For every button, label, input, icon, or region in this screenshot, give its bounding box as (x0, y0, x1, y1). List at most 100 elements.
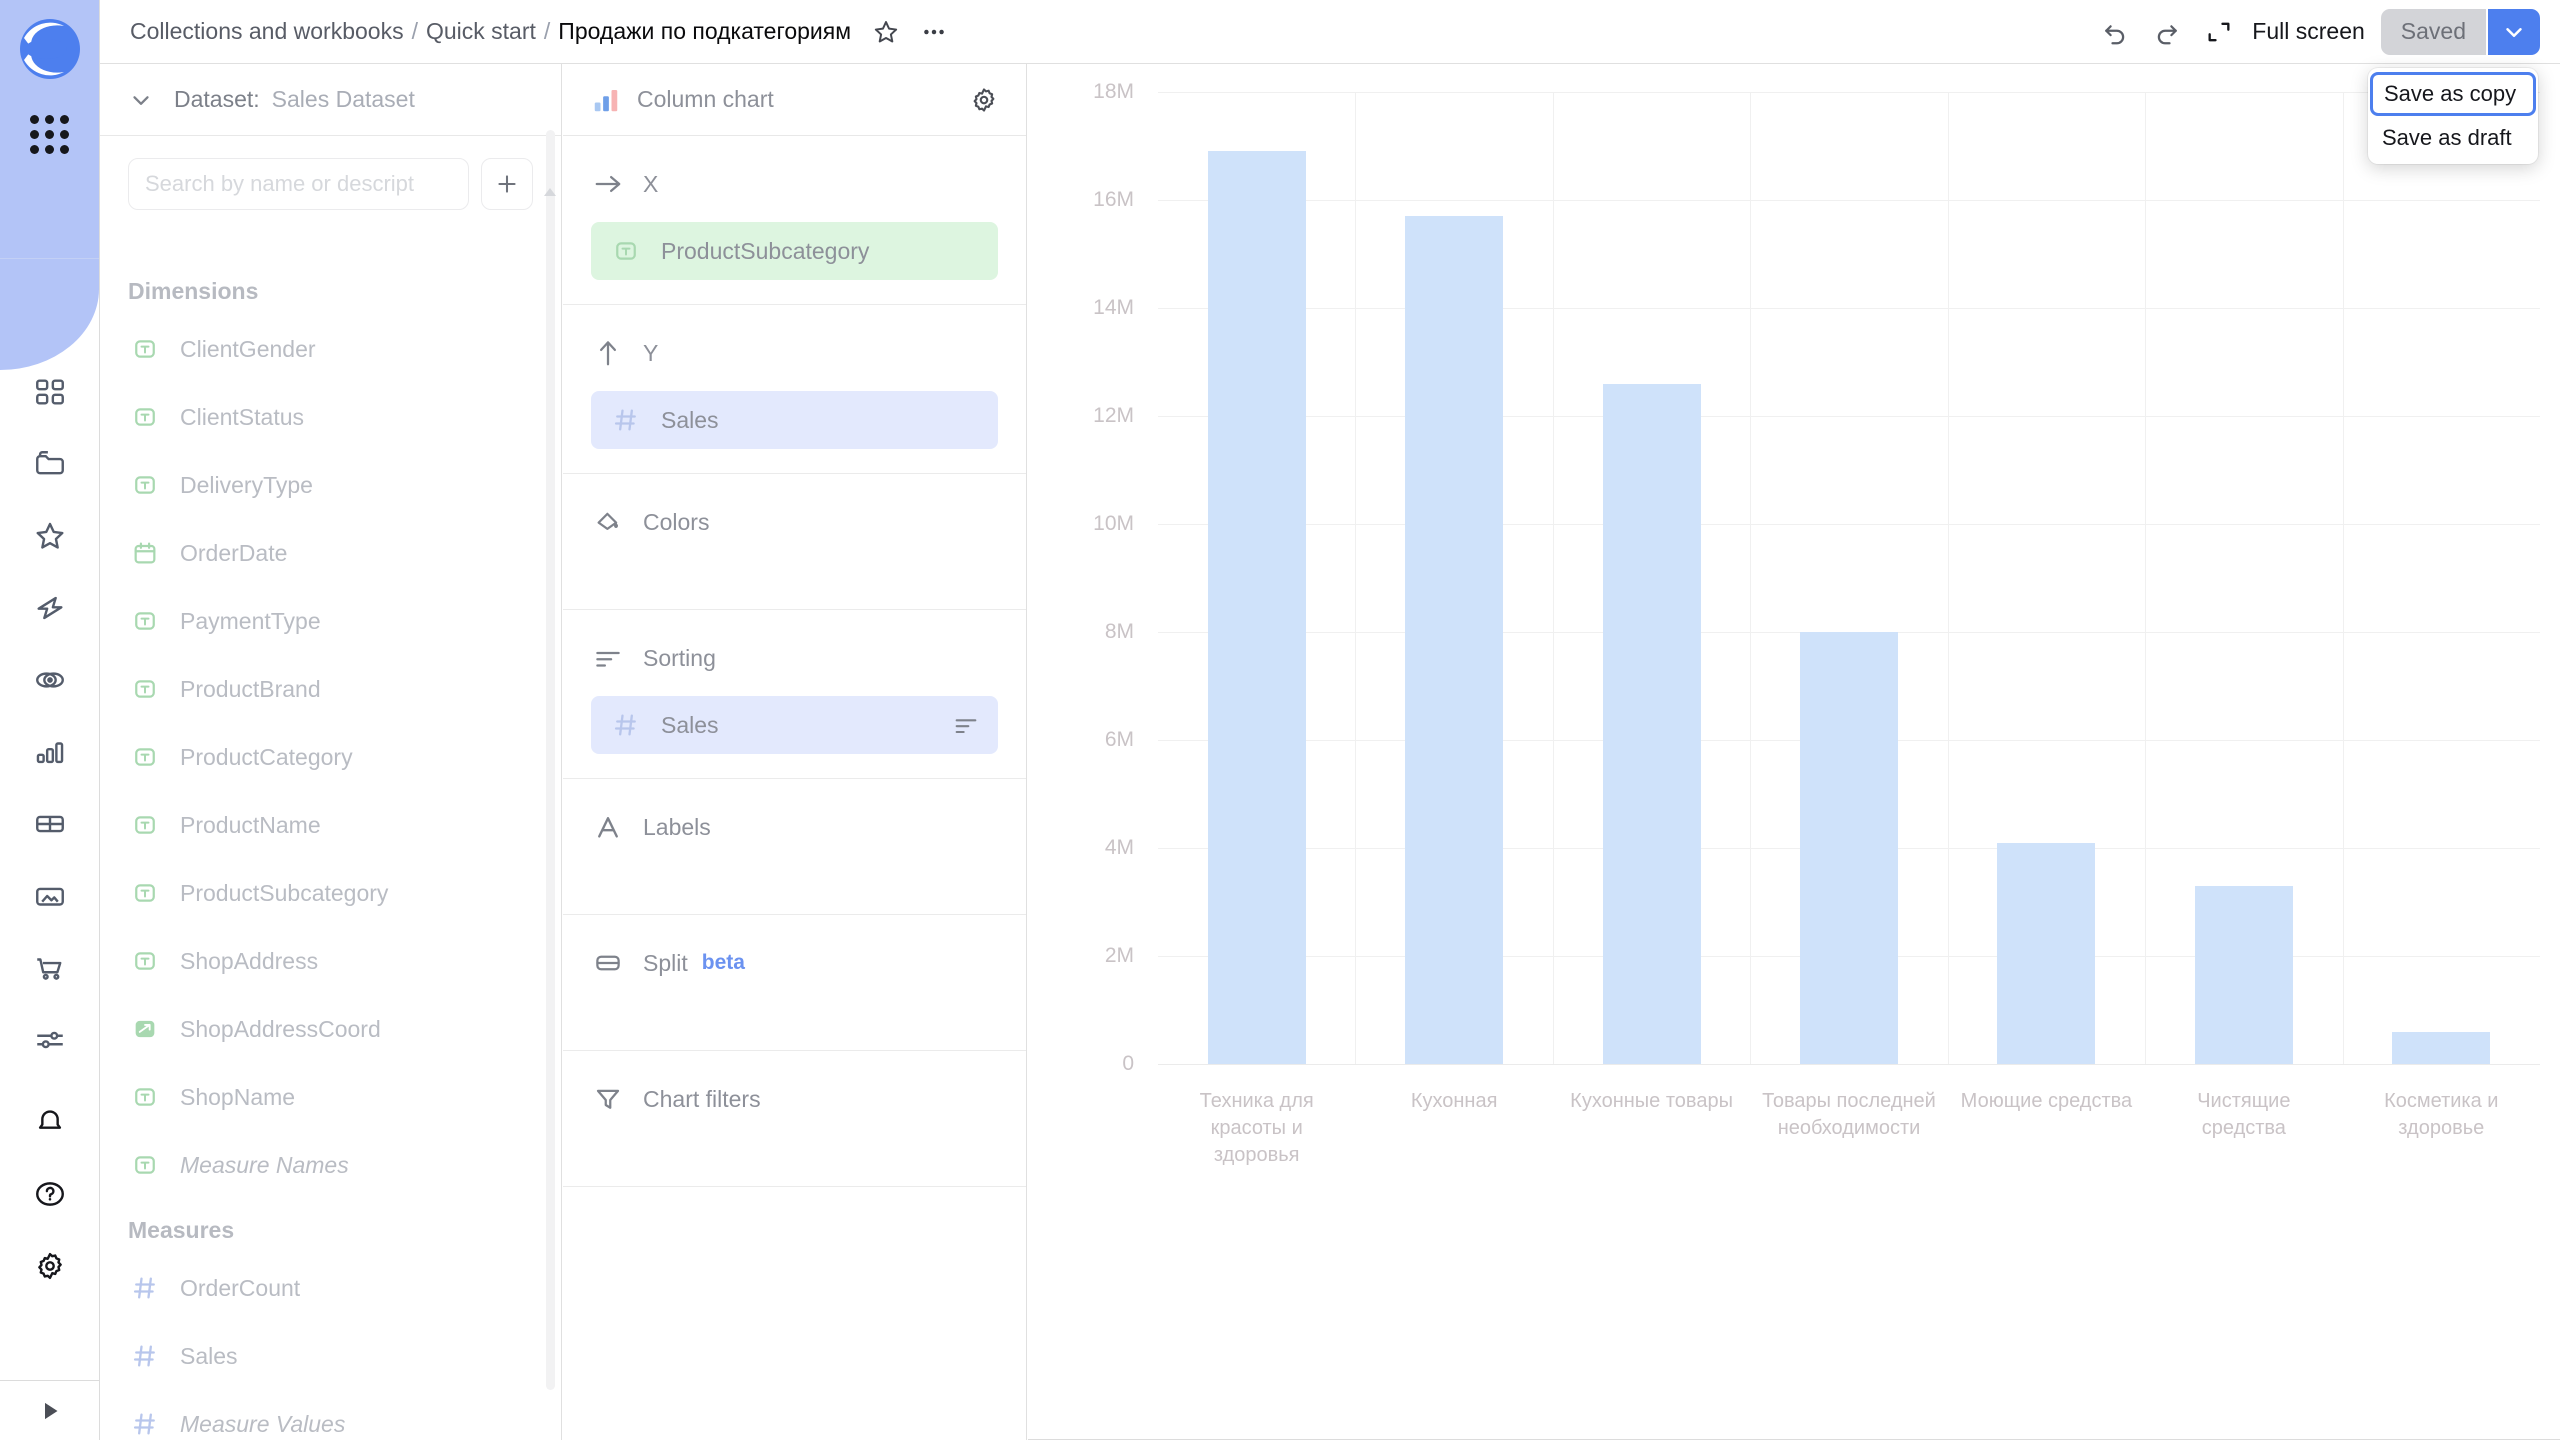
rail-item-gallery[interactable] (28, 874, 72, 918)
dataset-scrollbar[interactable] (546, 130, 555, 1390)
x-axis-tick-label: Кухонные товары (1570, 1090, 1733, 1112)
chart-preview-area: 18M 16M 14M 12M 10M 8M 6M 4M 2M 0 Техника для крас… (1028, 64, 2560, 1440)
section-title-row: X (591, 164, 998, 204)
fullscreen-label[interactable]: Full screen (2252, 18, 2364, 45)
add-field-button[interactable] (481, 158, 533, 210)
rail-item-notifications[interactable] (28, 1100, 72, 1144)
field-row[interactable]: OrderCount (100, 1254, 561, 1322)
text-field-icon (128, 1080, 162, 1114)
funnel-filter-icon (596, 1089, 620, 1109)
text-a-icon (591, 810, 625, 844)
field-row[interactable]: ShopAddress (100, 927, 561, 995)
field-row[interactable]: OrderDate (100, 519, 561, 587)
chart-category-divider (2342, 92, 2344, 1064)
dataset-search-row (100, 136, 561, 210)
field-row[interactable]: Sales (100, 1322, 561, 1390)
field-row[interactable]: Measure Names (100, 1131, 561, 1199)
field-chip[interactable]: Sales (591, 696, 998, 754)
field-group-title: Dimensions (128, 278, 259, 304)
text-field-icon (609, 234, 643, 268)
logo[interactable] (0, 18, 99, 80)
rail-item-help[interactable] (28, 1172, 72, 1216)
chart-bar[interactable] (1207, 151, 1306, 1064)
rail-item-favorites[interactable] (28, 514, 72, 558)
rail-primary-items (0, 370, 99, 1062)
redo-button[interactable] (2144, 9, 2190, 55)
text-field-icon (135, 884, 155, 902)
field-chip[interactable]: ProductSubcategory (591, 222, 998, 280)
chart-settings-button[interactable] (964, 80, 1004, 120)
section-title-row: Split beta (591, 943, 998, 983)
chart-bar[interactable] (1405, 216, 1504, 1064)
breadcrumb-root[interactable]: Collections and workbooks (130, 18, 404, 45)
star-outline-icon (874, 20, 898, 42)
y-axis-tick-label: 16M (1093, 188, 1134, 211)
chart-bar[interactable] (2392, 1031, 2491, 1064)
field-row[interactable]: ProductCategory (100, 723, 561, 791)
field-label: Measure Values (180, 1410, 346, 1437)
chart-bar[interactable] (2194, 885, 2293, 1064)
rail-item-parameters[interactable] (28, 1018, 72, 1062)
rail-item-marketplace[interactable] (28, 946, 72, 990)
field-row[interactable]: ClientGender (100, 315, 561, 383)
number-field-icon (614, 714, 636, 736)
number-field-icon (133, 1345, 155, 1367)
field-row[interactable]: ShopName (100, 1063, 561, 1131)
sort-direction-icon[interactable] (952, 711, 980, 739)
split-rows-icon (596, 955, 620, 971)
chart-bar[interactable] (1800, 632, 1898, 1064)
chart-gridline (1158, 524, 2540, 525)
undo-button[interactable] (2092, 9, 2138, 55)
field-row[interactable]: ProductBrand (100, 655, 561, 723)
table-grid-icon (35, 815, 64, 833)
app-root: Collections and workbooks / Quick start … (0, 0, 2560, 1440)
chart-type-label[interactable]: Column chart (637, 86, 774, 113)
fullscreen-button[interactable] (2196, 9, 2242, 55)
field-label: ShopAddress (180, 947, 319, 974)
rail-item-settings[interactable] (28, 1244, 72, 1288)
rail-header-curve (0, 240, 99, 370)
dataset-name[interactable]: Sales Dataset (272, 86, 415, 113)
menu-item-save-as-draft[interactable]: Save as draft (2368, 116, 2538, 160)
field-row[interactable]: ProductName (100, 791, 561, 859)
date-field-icon (128, 536, 162, 570)
rail-item-tables[interactable] (28, 802, 72, 846)
scroll-up-arrow-icon[interactable] (544, 188, 556, 196)
field-row[interactable]: DeliveryType (100, 451, 561, 519)
field-row[interactable]: PaymentType (100, 587, 561, 655)
chart-sections-panel: Column chart X ProductSubcategory Y Sales Co… (563, 64, 1027, 1440)
rail-item-dashboards[interactable] (28, 370, 72, 414)
text-field-icon (135, 612, 155, 630)
dataset-collapse-button[interactable] (128, 87, 154, 113)
rail-collapse-button[interactable] (0, 1380, 99, 1440)
favorite-star-button[interactable] (869, 15, 903, 49)
field-row[interactable]: ClientStatus (100, 383, 561, 451)
field-row[interactable]: Measure Values (100, 1390, 561, 1440)
rail-item-datasets[interactable] (28, 658, 72, 702)
chart-bar[interactable] (1602, 383, 1701, 1064)
y-axis-tick-label: 2M (1104, 944, 1134, 967)
field-chip[interactable]: Sales (591, 391, 998, 449)
text-field-icon (128, 944, 162, 978)
section-title-row: Chart filters (591, 1079, 998, 1119)
more-actions-button[interactable] (917, 15, 951, 49)
rail-item-collections[interactable] (28, 442, 72, 486)
bell-notifications-icon (38, 1110, 61, 1129)
menu-item-save-as-copy[interactable]: Save as copy (2370, 72, 2536, 116)
rail-secondary-items (0, 1100, 99, 1288)
section-label: Sorting (643, 644, 716, 671)
bar-chart[interactable]: 18M 16M 14M 12M 10M 8M 6M 4M 2M 0 Техника для крас… (1028, 64, 2560, 1440)
field-chip-label: ProductSubcategory (661, 237, 870, 264)
apps-grid-button[interactable] (0, 112, 99, 157)
number-field-icon (609, 708, 643, 742)
breadcrumb-workbook[interactable]: Quick start (426, 18, 536, 45)
save-options-dropdown-button[interactable] (2488, 8, 2540, 55)
field-row[interactable]: ProductSubcategory (100, 859, 561, 927)
field-row[interactable]: ShopAddressCoord (100, 995, 561, 1063)
image-card-icon (35, 887, 64, 906)
chart-bar[interactable] (1997, 842, 2096, 1064)
rail-item-quick[interactable] (28, 586, 72, 630)
search-input[interactable] (128, 158, 469, 210)
fullscreen-expand-icon (2208, 22, 2230, 41)
rail-item-charts[interactable] (28, 730, 72, 774)
